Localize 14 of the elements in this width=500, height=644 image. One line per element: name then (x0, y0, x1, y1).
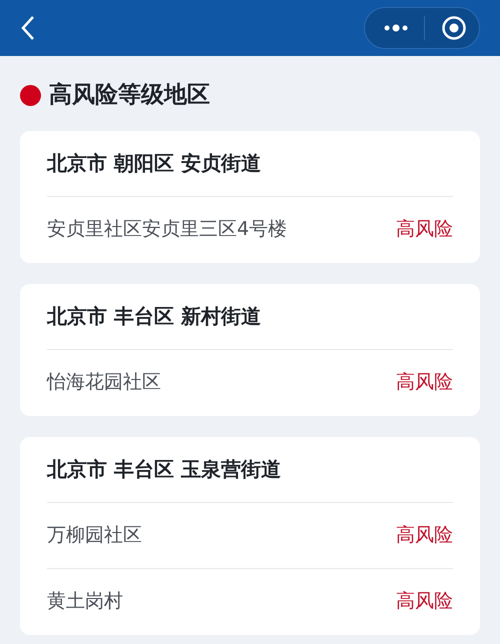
back-icon[interactable] (20, 15, 36, 41)
risk-level: 高风险 (396, 217, 453, 242)
place-name: 黄土岗村 (47, 589, 123, 614)
risk-level: 高风险 (396, 370, 453, 396)
street-heading: 北京市 丰台区 玉泉营街道 (47, 436, 453, 502)
risk-level: 高风险 (396, 589, 453, 614)
place-name: 万柳园社区 (47, 522, 142, 548)
risk-level: 高风险 (396, 522, 453, 548)
place-name: 安贞里社区安贞里三区4号楼 (47, 217, 288, 242)
street-heading: 北京市 朝阳区 安贞街道 (47, 130, 453, 196)
section-title: 高风险等级地区 (49, 81, 210, 110)
street-heading: 北京市 丰台区 新村街道 (47, 284, 453, 350)
more-icon[interactable] (384, 24, 408, 32)
place-name: 怡海花园社区 (47, 370, 161, 396)
